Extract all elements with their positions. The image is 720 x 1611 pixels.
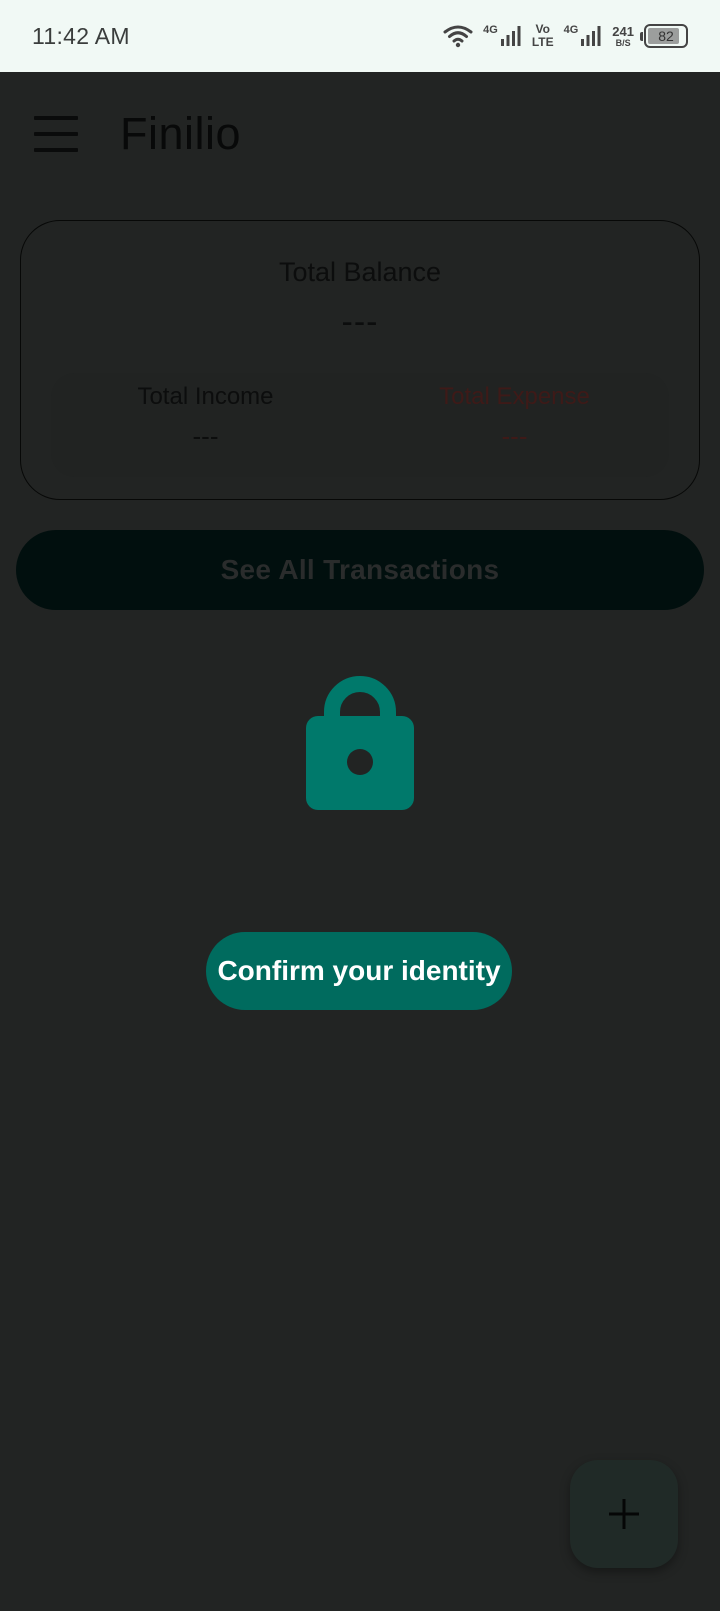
wifi-icon: [443, 25, 473, 48]
income-section: Total Income ---: [51, 373, 360, 477]
total-income-label: Total Income: [137, 383, 274, 410]
battery-icon: 82: [640, 24, 688, 48]
signal-group-2: 4G: [564, 25, 603, 47]
confirm-identity-button[interactable]: Confirm your identity: [206, 932, 512, 1010]
network-type-label: 4G: [483, 24, 498, 36]
volte-indicator: Vo LTE: [532, 23, 554, 49]
signal-group-1: 4G: [483, 25, 522, 47]
status-bar: 11:42 AM 4G Vo LTE 4G 241 B/S 82: [0, 0, 720, 72]
battery-level: 82: [658, 28, 674, 44]
menu-icon[interactable]: [34, 116, 78, 152]
total-expense-value: ---: [501, 421, 528, 451]
speed-value: 241: [612, 23, 634, 39]
add-transaction-button[interactable]: [570, 1460, 678, 1568]
network-type-label: 4G: [563, 24, 579, 36]
total-balance-label: Total Balance: [278, 257, 442, 287]
network-speed: 241 B/S: [612, 25, 634, 48]
see-all-transactions-button[interactable]: See All Transactions: [16, 530, 704, 610]
signal-icon: [581, 26, 601, 46]
income-expense-panel: Total Income --- Total Expense ---: [51, 373, 669, 477]
plus-icon: [609, 1499, 639, 1529]
status-time: 11:42 AM: [32, 22, 130, 49]
status-icons: 4G Vo LTE 4G 241 B/S 82: [443, 23, 688, 49]
total-expense-label: Total Expense: [439, 383, 590, 410]
volte-bottom: LTE: [531, 35, 554, 49]
total-balance-value: ---: [341, 303, 379, 341]
expense-section: Total Expense ---: [360, 373, 669, 477]
speed-unit: B/S: [615, 37, 631, 48]
total-income-value: ---: [192, 421, 219, 451]
balance-card: Total Balance --- Total Income --- Total…: [20, 220, 700, 500]
lock-icon: [306, 676, 414, 810]
app-title: Finilio: [120, 108, 242, 159]
signal-icon: [500, 26, 521, 46]
